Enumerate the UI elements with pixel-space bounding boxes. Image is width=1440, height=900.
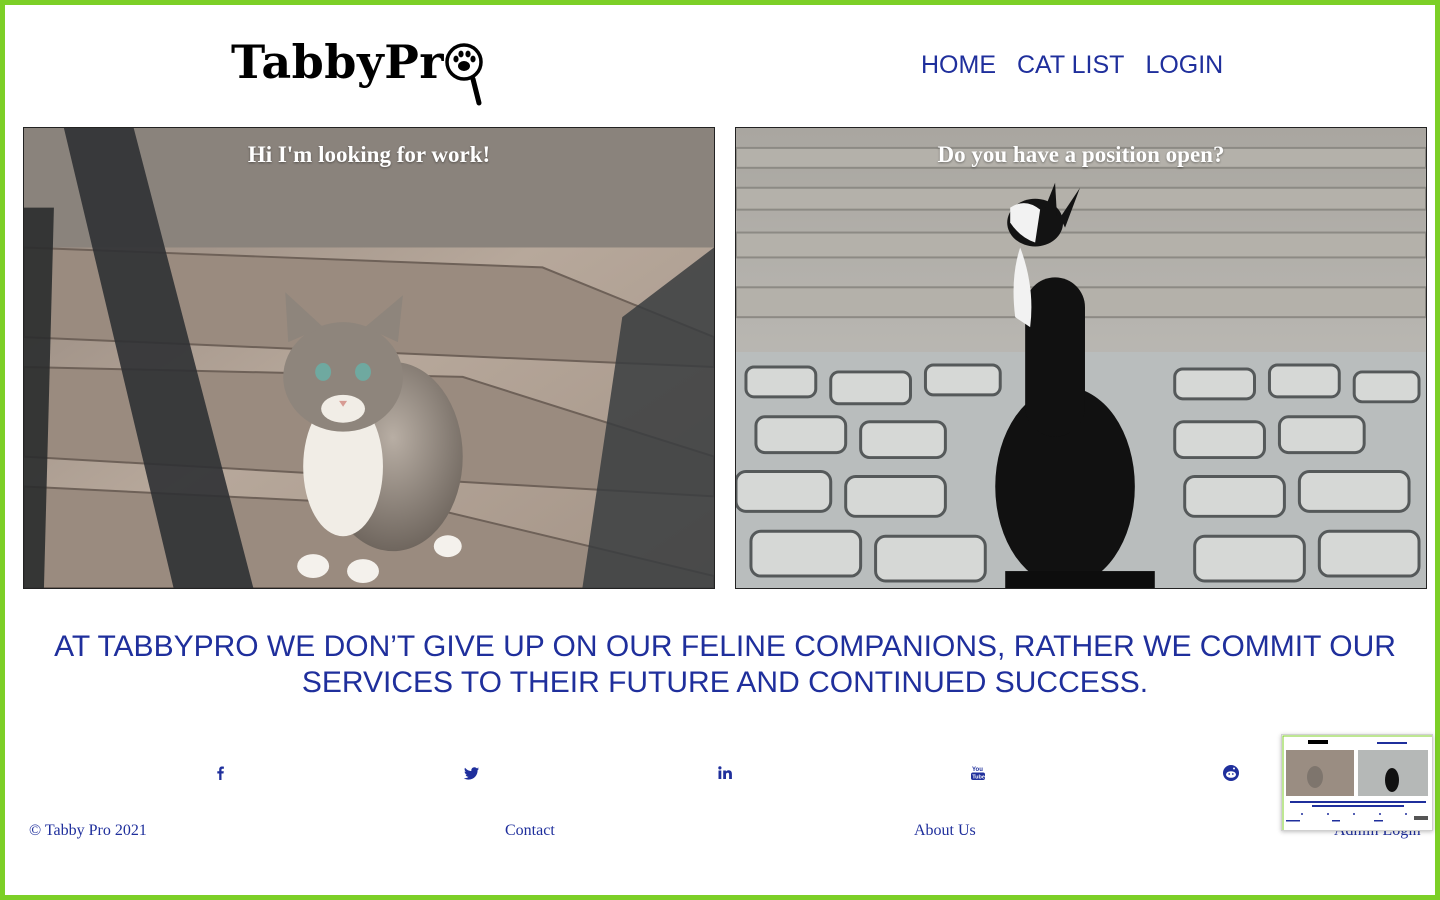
twitter-icon[interactable] xyxy=(462,763,482,783)
hero-right-caption: Do you have a position open? xyxy=(937,142,1225,167)
reddit-icon[interactable] xyxy=(1221,763,1241,783)
footer-contact-link[interactable]: Contact xyxy=(505,821,555,841)
hero-card-left: Hi I'm looking for work! xyxy=(23,127,715,589)
svg-text:You: You xyxy=(972,767,983,773)
tabby-cat-on-stairs-image xyxy=(24,128,714,588)
brand-name: TabbyPr xyxy=(231,35,445,89)
main-nav: HOME CAT LIST LOGIN xyxy=(921,49,1223,81)
facebook-icon[interactable] xyxy=(210,763,230,783)
nav-home[interactable]: HOME xyxy=(921,49,996,81)
hero-left-caption: Hi I'm looking for work! xyxy=(247,142,491,167)
linkedin-icon[interactable] xyxy=(715,763,735,783)
black-white-cat-on-cobblestones-image xyxy=(736,128,1426,588)
svg-text:Tube: Tube xyxy=(972,775,985,781)
youtube-icon[interactable]: You Tube xyxy=(968,763,988,783)
screenshot-thumbnail[interactable] xyxy=(1281,734,1433,831)
hero-card-right: Do you have a position open? xyxy=(735,127,1427,589)
footer-copyright: © Tabby Pro 2021 xyxy=(29,822,147,839)
footer-about-link[interactable]: About Us xyxy=(914,821,976,841)
nav-cat-list[interactable]: CAT LIST xyxy=(1017,49,1124,81)
page-frame: TabbyPr HOME CAT LIST LOGIN Hi I'm looki… xyxy=(0,0,1440,900)
nav-login[interactable]: LOGIN xyxy=(1145,49,1223,81)
brand-logo[interactable]: TabbyPr xyxy=(231,35,485,109)
social-links: You Tube xyxy=(5,763,1440,787)
magnifier-paw-icon xyxy=(445,35,485,107)
mission-statement: AT TABBYPRO WE DON’T GIVE UP ON OUR FELI… xyxy=(54,630,1396,699)
